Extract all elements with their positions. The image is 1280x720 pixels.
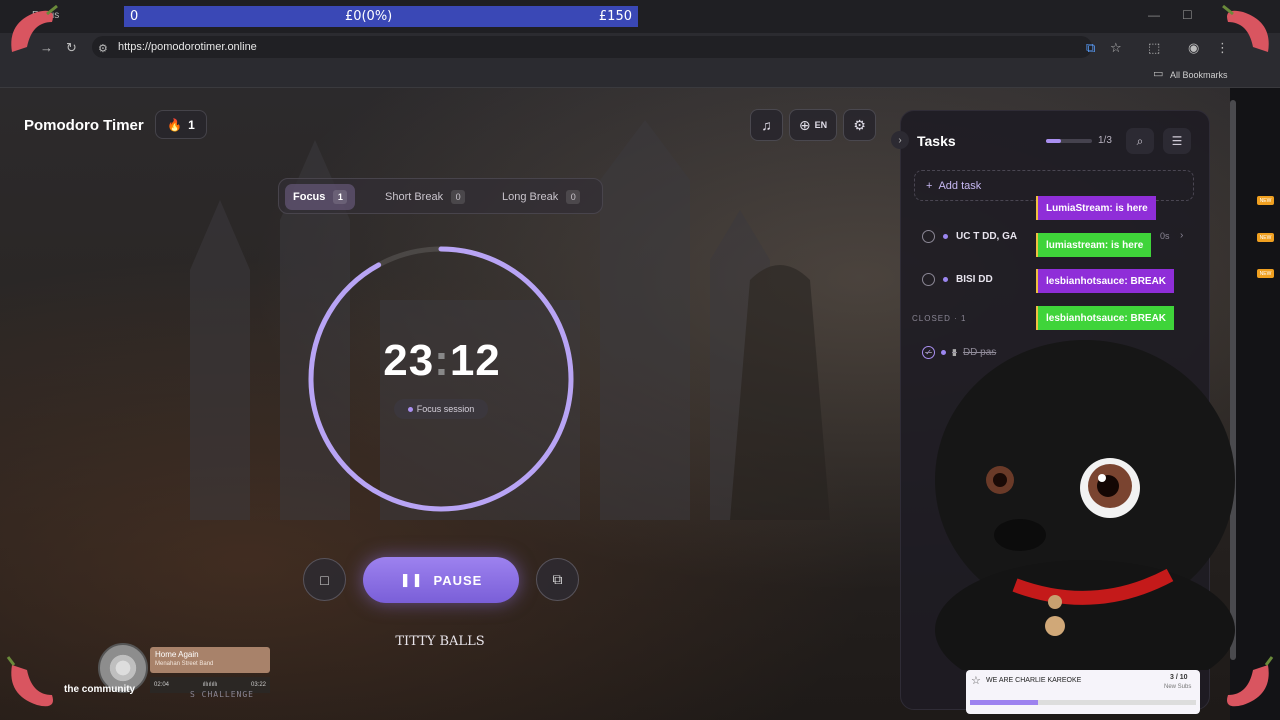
chevron-right-icon: › — [898, 134, 902, 146]
picture-in-picture-button[interactable]: ⧉ — [536, 558, 579, 601]
tab-long-break-label: Long Break — [502, 191, 559, 203]
sub-goal-subtitle: New Subs — [1164, 684, 1192, 690]
music-note-icon: ♫ — [761, 117, 772, 133]
timer-seconds: 12 — [449, 336, 501, 385]
tab-short-break[interactable]: Short Break 0 — [377, 184, 473, 210]
tasks-progress-fill — [1046, 139, 1062, 143]
new-badge: NEW — [1257, 269, 1274, 278]
song-title: Home Again — [155, 650, 199, 659]
reload-icon[interactable]: ↻ — [66, 40, 77, 56]
chili-pepper-icon — [11, 4, 58, 52]
tasks-title: Tasks — [917, 133, 956, 149]
chili-pepper-icon — [1227, 656, 1274, 707]
task-checkbox[interactable] — [922, 273, 935, 286]
filter-icon: ☰ — [1171, 134, 1183, 148]
goal-start: 0 — [130, 9, 139, 24]
minimize-icon[interactable]: — — [1148, 8, 1160, 22]
chat-message: lesbianhotsauce: BREAK — [1036, 306, 1175, 330]
task-checkbox[interactable] — [922, 230, 935, 243]
add-task-label: Add task — [938, 179, 982, 192]
search-tasks-button[interactable]: ⌕ — [1126, 128, 1154, 154]
pause-label: PAUSE — [433, 572, 483, 588]
goal-target: £150 — [598, 9, 632, 24]
picture-in-picture-icon: ⧉ — [552, 571, 563, 587]
settings-button[interactable]: ⚙ — [843, 109, 876, 141]
streak-count: 1 — [188, 117, 195, 132]
sub-goal-count: 3 / 10 — [1170, 674, 1188, 681]
stop-button[interactable]: □ — [303, 558, 346, 601]
chat-message: LumiaStream: is here — [1036, 196, 1156, 220]
task-name: UC T DD, GA — [956, 231, 1018, 242]
pause-button[interactable]: ❚❚ PAUSE — [363, 557, 519, 603]
maximize-icon[interactable]: ☐ — [1182, 8, 1193, 22]
site-settings-icon[interactable]: ⚙ — [98, 42, 108, 55]
chat-message: lumiastream: is here — [1036, 233, 1152, 257]
session-label: Focus session — [416, 404, 475, 414]
priority-dot-icon — [943, 234, 948, 239]
new-badge: NEW — [1257, 196, 1274, 205]
tab-focus-label: Focus — [293, 191, 326, 203]
chili-pepper-icon — [6, 656, 54, 707]
tab-long-break[interactable]: Long Break 0 — [494, 184, 588, 210]
dog-avatar — [935, 340, 1235, 670]
sub-goal-progress-fill — [970, 700, 1038, 705]
task-name: BISI DD — [956, 274, 993, 285]
collapse-panel-button[interactable]: › — [891, 131, 909, 149]
language-label: EN — [814, 120, 828, 130]
challenge-text: S CHALLENGE — [190, 690, 254, 699]
community-text: the community — [64, 684, 136, 695]
gear-icon: ⚙ — [853, 116, 866, 133]
streak-badge[interactable]: 🔥 1 — [155, 110, 207, 139]
song-duration: 03:22 — [250, 682, 266, 688]
stop-icon: □ — [320, 571, 329, 588]
tasks-progress-text: 1/3 — [1098, 135, 1112, 146]
timer-display: 23:12 — [340, 336, 544, 386]
mode-tabs: Focus 1 Short Break 0 Long Break 0 — [278, 178, 603, 214]
bookmarks-bar — [0, 61, 1280, 88]
profile-icon[interactable]: ◉ — [1188, 40, 1199, 56]
donation-goal-bar: 0 £0(0%) £150 — [124, 6, 638, 27]
cast-icon[interactable]: ⧉ — [1086, 40, 1095, 56]
tab-long-break-count: 0 — [566, 190, 581, 204]
task-item[interactable]: UC T DD, GA — [922, 230, 1017, 243]
priority-dot-icon — [943, 277, 948, 282]
star-icon: ☆ — [971, 675, 981, 687]
chili-pepper-icon — [1222, 4, 1269, 52]
plus-icon: + — [926, 179, 933, 192]
bookmark-star-icon[interactable]: ☆ — [1110, 40, 1122, 56]
task-elapsed: 0s — [1160, 231, 1170, 241]
chat-message: lesbianhotsauce: BREAK — [1036, 269, 1175, 293]
app-title: Pomodoro Timer — [24, 117, 144, 134]
session-dot-icon — [407, 406, 413, 412]
flame-icon: 🔥 — [167, 117, 183, 132]
tab-short-break-count: 0 — [451, 190, 466, 204]
session-badge: Focus session — [394, 399, 488, 419]
folder-icon: ▭ — [1153, 68, 1164, 80]
timer-colon: : — [434, 336, 450, 385]
chevron-right-icon[interactable]: › — [1180, 230, 1183, 241]
extensions-icon[interactable]: ⬚ — [1148, 40, 1160, 56]
task-caption: TITTY BALLS — [395, 634, 485, 649]
globe-icon: ⊕ — [798, 116, 811, 133]
url-text[interactable]: https://pomodorotimer.online — [118, 41, 257, 53]
task-item[interactable]: BISI DD — [922, 273, 993, 286]
new-badge: NEW — [1257, 233, 1274, 242]
tab-focus-count: 1 — [333, 190, 348, 204]
timer-minutes: 23 — [383, 336, 435, 385]
sub-goal-title: WE ARE CHARLIE KAREOKE — [986, 677, 1082, 684]
filter-tasks-button[interactable]: ☰ — [1163, 128, 1191, 154]
all-bookmarks[interactable]: All Bookmarks — [1170, 70, 1228, 80]
tab-focus[interactable]: Focus 1 — [285, 184, 356, 210]
song-elapsed: 02:04 — [154, 682, 170, 688]
tab-short-break-label: Short Break — [385, 191, 444, 203]
closed-section-label: CLOSED · 1 — [912, 314, 967, 323]
search-icon: ⌕ — [1136, 133, 1144, 148]
goal-current: £0(0%) — [344, 9, 393, 24]
waveform-icon: ıllıılıllı — [202, 682, 218, 688]
music-button[interactable]: ♫ — [750, 109, 783, 141]
language-button[interactable]: ⊕ EN — [789, 109, 837, 141]
song-artist: Menahan Street Band — [155, 661, 214, 667]
pause-icon: ❚❚ — [399, 572, 424, 587]
